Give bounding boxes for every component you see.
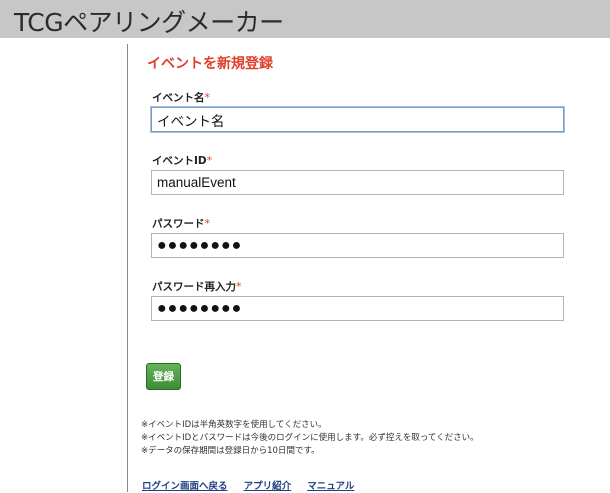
password-label: パスワード* <box>152 216 210 231</box>
required-mark: * <box>236 280 242 293</box>
required-mark: * <box>204 217 211 230</box>
form-heading: イベントを新規登録 <box>147 56 273 72</box>
note-line: ※イベントIDとパスワードは今後のログインに使用します。必ず控えを取ってください… <box>141 433 479 443</box>
app-header: TCGペアリングメーカー <box>0 0 610 38</box>
footer-links: ログイン画面へ戻る アプリ紹介 マニュアル <box>142 474 365 493</box>
note-line: ※データの保存期間は登録日から10日間です。 <box>141 446 320 456</box>
password-confirm-label: パスワード再入力* <box>152 279 242 294</box>
event-id-label: イベントID* <box>152 153 212 168</box>
manual-link[interactable]: マニュアル <box>307 481 354 492</box>
password-input[interactable] <box>151 233 564 258</box>
app-title: TCGペアリングメーカー <box>14 8 284 37</box>
password-confirm-input[interactable] <box>151 296 564 321</box>
password-label-text: パスワード <box>152 218 205 230</box>
event-id-label-text: イベントID <box>152 155 207 167</box>
required-mark: * <box>204 91 211 104</box>
app-intro-link[interactable]: アプリ紹介 <box>244 481 292 492</box>
event-id-input[interactable] <box>151 170 564 195</box>
event-name-input[interactable] <box>151 107 564 132</box>
required-mark: * <box>206 154 213 167</box>
content-divider <box>127 44 128 492</box>
event-name-label: イベント名* <box>152 90 210 105</box>
event-name-label-text: イベント名 <box>152 92 205 104</box>
note-line: ※イベントIDは半角英数字を使用してください。 <box>141 420 327 430</box>
password-confirm-label-text: パスワード再入力 <box>152 281 236 293</box>
register-button[interactable]: 登録 <box>146 363 181 390</box>
notes: ※イベントIDは半角英数字を使用してください。 ※イベントIDとパスワードは今後… <box>141 419 479 458</box>
back-to-login-link[interactable]: ログイン画面へ戻る <box>142 481 228 492</box>
